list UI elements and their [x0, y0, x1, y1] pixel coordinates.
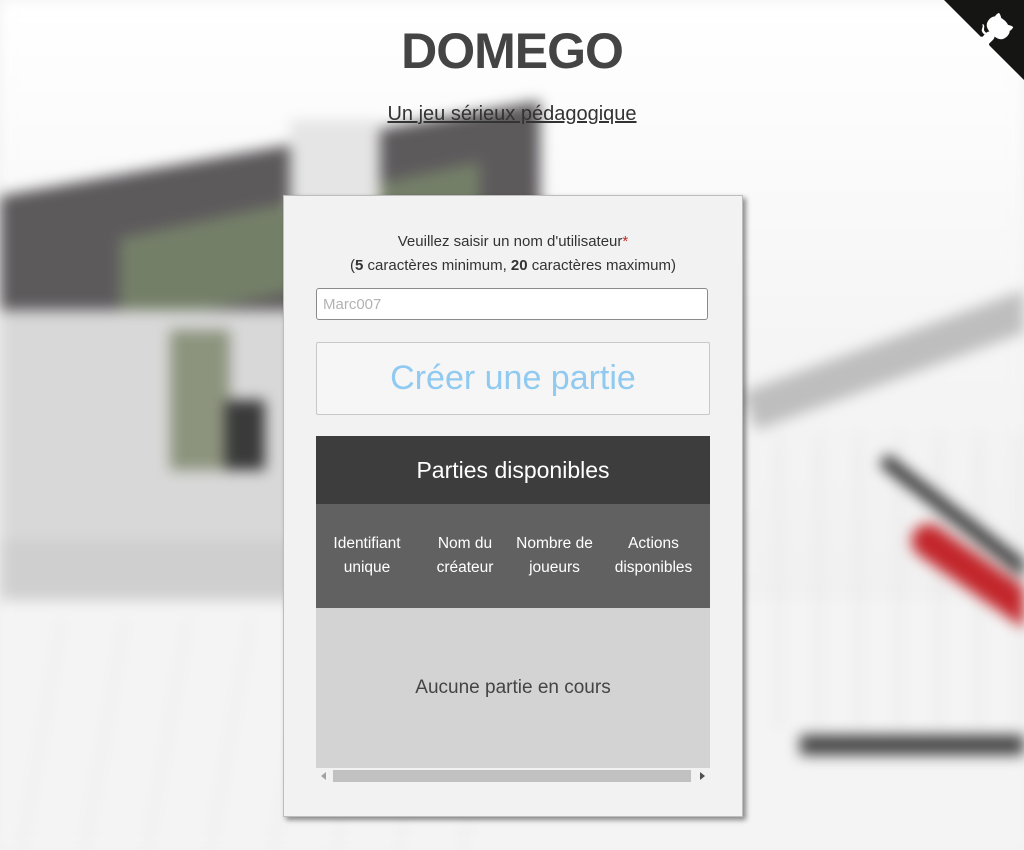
column-header-creator: Nom du créateur: [436, 535, 494, 576]
games-table: Parties disponibles Identifiant unique N…: [316, 436, 710, 784]
subtitle-link[interactable]: Un jeu sérieux pédagogique: [387, 103, 636, 125]
empty-message: Aucune partie en cours: [415, 677, 611, 698]
horizontal-scrollbar[interactable]: [316, 768, 710, 784]
scroll-right-icon[interactable]: [700, 772, 705, 780]
scrollbar-thumb[interactable]: [333, 770, 691, 782]
column-header-players: Nombre de joueurs: [516, 535, 593, 576]
table-header-row: Identifiant unique Nom du créateur Nombr…: [316, 504, 710, 608]
create-game-button[interactable]: Créer une partie: [316, 342, 710, 415]
column-header-id: Identifiant unique: [333, 535, 401, 576]
table-caption: Parties disponibles: [316, 436, 710, 504]
prompt-text: Veuillez saisir un nom d'utilisateur: [397, 233, 623, 250]
github-corner-link[interactable]: [944, 0, 1024, 80]
username-input[interactable]: [316, 288, 708, 320]
login-card: Veuillez saisir un nom d'utilisateur* (5…: [283, 195, 743, 817]
max-chars-value: 20: [510, 257, 528, 274]
required-mark: *: [622, 233, 629, 250]
page: DOMEGO Un jeu sérieux pédagogique Veuill…: [0, 0, 1024, 850]
github-octocat-icon: [944, 0, 1024, 80]
username-prompt: Veuillez saisir un nom d'utilisateur* (5…: [284, 230, 742, 278]
scroll-left-icon[interactable]: [321, 772, 326, 780]
page-title: DOMEGO: [401, 23, 624, 79]
min-chars-text: caractères minimum,: [363, 257, 511, 274]
max-chars-text: caractères maximum): [527, 257, 676, 274]
table-empty-row: Aucune partie en cours: [316, 608, 710, 768]
subtitle: Un jeu sérieux pédagogique: [0, 103, 1024, 126]
column-header-actions: Actions disponibles: [614, 535, 693, 576]
